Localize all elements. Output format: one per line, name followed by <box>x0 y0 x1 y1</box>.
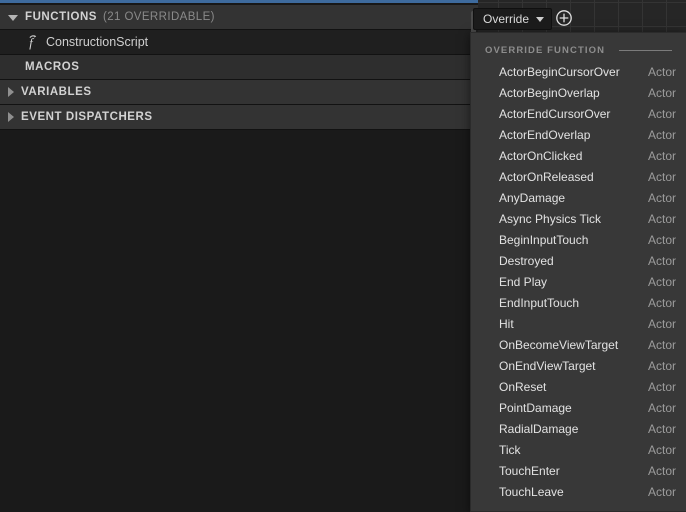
svg-text:f: f <box>29 36 34 50</box>
menu-item-label: ActorOnReleased <box>499 169 594 184</box>
menu-item-label: RadialDamage <box>499 421 579 436</box>
menu-item[interactable]: ActorBeginCursorOver Actor <box>471 61 686 82</box>
section-title-variables: VARIABLES <box>21 86 92 98</box>
menu-item-category: Actor <box>647 421 676 436</box>
menu-item-label: OnBecomeViewTarget <box>499 337 619 352</box>
section-count-functions: (21 OVERRIDABLE) <box>103 11 215 23</box>
menu-item[interactable]: ActorBeginOverlap Actor <box>471 82 686 103</box>
menu-item-category: Actor <box>647 484 676 499</box>
plus-circle-icon <box>556 10 572 26</box>
menu-item-label: ActorOnClicked <box>499 148 583 163</box>
menu-item-label: TouchEnter <box>499 463 560 478</box>
menu-item-label: PointDamage <box>499 400 572 415</box>
menu-item-category: Actor <box>647 232 676 247</box>
menu-item-label: Hit <box>499 316 514 331</box>
menu-item-label: Tick <box>499 442 521 457</box>
menu-item[interactable]: ActorEndOverlap Actor <box>471 124 686 145</box>
menu-item-label: ActorBeginOverlap <box>499 85 600 100</box>
section-title-macros: MACROS <box>25 61 80 73</box>
list-item-construction-script[interactable]: f ConstructionScript <box>0 30 478 55</box>
menu-item-category: Actor <box>647 169 676 184</box>
override-dropdown-label: Override <box>483 12 530 26</box>
section-header-functions[interactable]: FUNCTIONS (21 OVERRIDABLE) <box>0 5 478 30</box>
menu-item-category: Actor <box>647 463 676 478</box>
menu-item[interactable]: Async Physics Tick Actor <box>471 208 686 229</box>
menu-item[interactable]: TouchEnter Actor <box>471 460 686 481</box>
chevron-down-icon[interactable] <box>8 14 18 21</box>
blueprint-editor-window: FUNCTIONS (21 OVERRIDABLE) f Constructio… <box>0 0 686 512</box>
menu-item-category: Actor <box>647 127 676 142</box>
menu-item-list: ActorBeginCursorOver Actor ActorBeginOverl… <box>471 61 686 502</box>
menu-item[interactable]: TouchLeave Actor <box>471 481 686 502</box>
menu-item-category: Actor <box>647 358 676 373</box>
section-header-event-dispatchers[interactable]: EVENT DISPATCHERS <box>0 105 478 130</box>
menu-section-divider <box>619 49 672 51</box>
menu-item[interactable]: OnBecomeViewTarget Actor <box>471 334 686 355</box>
menu-item[interactable]: ActorOnClicked Actor <box>471 145 686 166</box>
menu-item-category: Actor <box>647 253 676 268</box>
menu-item-label: ActorEndCursorOver <box>499 106 611 121</box>
menu-item[interactable]: Hit Actor <box>471 313 686 334</box>
menu-item-category: Actor <box>647 442 676 457</box>
menu-item-label: OnEndViewTarget <box>499 358 596 373</box>
menu-item-category: Actor <box>647 337 676 352</box>
menu-item[interactable]: RadialDamage Actor <box>471 418 686 439</box>
menu-item[interactable]: ActorOnReleased Actor <box>471 166 686 187</box>
chevron-down-icon <box>536 16 545 22</box>
add-function-button[interactable] <box>554 8 574 28</box>
menu-item[interactable]: AnyDamage Actor <box>471 187 686 208</box>
menu-item-category: Actor <box>647 85 676 100</box>
menu-item-label: ActorBeginCursorOver <box>499 64 620 79</box>
chevron-right-icon[interactable] <box>8 87 14 97</box>
menu-item-category: Actor <box>647 295 676 310</box>
menu-item-label: Async Physics Tick <box>499 211 602 226</box>
section-header-variables[interactable]: VARIABLES <box>0 80 478 105</box>
section-header-macros[interactable]: MACROS <box>0 55 478 80</box>
chevron-right-icon[interactable] <box>8 112 14 122</box>
menu-item[interactable]: Destroyed Actor <box>471 250 686 271</box>
override-dropdown-button[interactable]: Override <box>473 8 553 30</box>
menu-item-label: TouchLeave <box>499 484 564 499</box>
menu-item-label: OnReset <box>499 379 547 394</box>
menu-item-label: Destroyed <box>499 253 554 268</box>
menu-item[interactable]: OnReset Actor <box>471 376 686 397</box>
my-blueprint-panel: FUNCTIONS (21 OVERRIDABLE) f Constructio… <box>0 5 478 512</box>
section-title-functions: FUNCTIONS <box>25 11 98 23</box>
menu-item[interactable]: End Play Actor <box>471 271 686 292</box>
menu-item-label: AnyDamage <box>499 190 566 205</box>
override-function-menu: OVERRIDE FUNCTION ActorBeginCursorOver Ac… <box>470 32 686 512</box>
menu-item-category: Actor <box>647 148 676 163</box>
menu-item-category: Actor <box>647 64 676 79</box>
menu-item-category: Actor <box>647 190 676 205</box>
menu-item-category: Actor <box>647 400 676 415</box>
menu-item[interactable]: BeginInputTouch Actor <box>471 229 686 250</box>
menu-item[interactable]: Tick Actor <box>471 439 686 460</box>
menu-item[interactable]: PointDamage Actor <box>471 397 686 418</box>
menu-section-header: OVERRIDE FUNCTION <box>471 39 686 61</box>
list-item-label: ConstructionScript <box>46 35 149 49</box>
panel-empty-area <box>0 130 478 490</box>
menu-section-label: OVERRIDE FUNCTION <box>485 44 606 56</box>
menu-item-category: Actor <box>647 106 676 121</box>
function-icon: f <box>29 35 37 50</box>
menu-item-label: EndInputTouch <box>499 295 580 310</box>
menu-item-category: Actor <box>647 316 676 331</box>
menu-item-label: End Play <box>499 274 548 289</box>
menu-item-label: ActorEndOverlap <box>499 127 591 142</box>
menu-item-category: Actor <box>647 211 676 226</box>
menu-item[interactable]: ActorEndCursorOver Actor <box>471 103 686 124</box>
section-title-event-dispatchers: EVENT DISPATCHERS <box>21 111 153 123</box>
menu-item-label: BeginInputTouch <box>499 232 589 247</box>
menu-item-category: Actor <box>647 379 676 394</box>
menu-item-category: Actor <box>647 274 676 289</box>
menu-item[interactable]: OnEndViewTarget Actor <box>471 355 686 376</box>
menu-item[interactable]: EndInputTouch Actor <box>471 292 686 313</box>
